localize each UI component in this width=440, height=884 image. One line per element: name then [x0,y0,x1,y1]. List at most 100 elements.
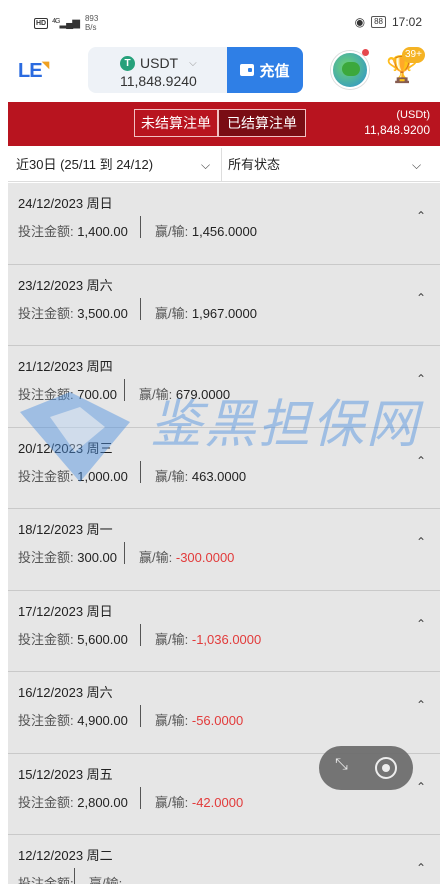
bet-day-row[interactable]: 23/12/2023 周六 投注金额: 3,500.00 赢/输: 1,967.00… [8,264,440,346]
win-loss-label: 赢/输: [139,387,173,402]
win-loss-label: 赢/输: [89,876,123,884]
bet-day-row[interactable]: 16/12/2023 周六 投注金额: 4,900.00 赢/输: -56.0000… [8,672,440,754]
wallet-selector[interactable]: T USDT ⌵ 11,848.9240 [88,47,228,93]
wallet-icon [240,64,255,76]
signal-icon: 4G▂▄▆ [52,17,80,29]
bet-day-row[interactable]: 18/12/2023 周一 投注金额: 300.00 赢/输: -300.0000 ⌃ [8,509,440,591]
row-win-loss: 赢/输: 679.0000 [139,384,230,403]
bet-day-row[interactable]: 24/12/2023 周日 投注金额: 1,400.00 赢/输: 1,456.00… [8,183,440,265]
row-win-loss: 赢/输: -42.0000 [155,792,243,811]
logo-text: LE [18,60,43,82]
row-win-loss: 赢/输: 1,456.0000 [155,221,257,240]
tab-settled[interactable]: 已结算注单 [218,109,306,137]
stake-label: 投注金额: [18,305,74,321]
avatar[interactable] [331,51,369,89]
network-speed-value: 893 [84,14,99,23]
row-date: 24/12/2023 周日 [18,196,113,211]
currency-label: USDT [140,55,179,71]
win-loss-label: 赢/输: [155,305,189,321]
row-stake: 投注金额: 2,800.00 [18,792,128,811]
win-loss-label: 赢/输: [155,713,189,728]
status-right: ◉ 88 17:02 [355,15,422,29]
row-win-loss: 赢/输: [89,873,122,884]
tab-unsettled[interactable]: 未结算注单 [134,109,218,137]
filter-bar: 近30日 (25/11 到 24/12) ⌵ 所有状态 ⌵ [8,148,440,182]
bet-day-row[interactable]: 12/12/2023 周二投注金额: 赢/输: ⌃ [8,835,440,884]
bet-day-row[interactable]: 20/12/2023 周三 投注金额: 1,000.00 赢/输: 463.0000… [8,427,440,509]
row-stake: 投注金额: 1,000.00 [18,466,128,485]
status-bar: HD 4G▂▄▆ 893 B/s ◉ 88 17:02 [0,0,440,44]
stake-value: 300.00 [77,550,118,565]
usdt-icon: T [120,55,135,71]
stake-label: 投注金额: [18,468,74,484]
row-date: 23/12/2023 周六 [18,277,113,293]
network-speed-unit: B/s [84,23,97,32]
chevron-up-icon[interactable]: ⌃ [416,454,426,468]
chevron-up-icon[interactable]: ⌃ [416,861,426,875]
filter-divider [221,148,222,182]
win-loss-value: -300.0000 [175,550,235,565]
row-stake: 投注金额: 700.00 [18,384,117,403]
deposit-label: 充值 [259,62,290,80]
row-stake: 投注金额: 3,500.00 [18,303,128,322]
stake-label: 投注金额: [18,550,74,565]
chevron-down-icon: ⌵ [412,158,422,172]
logo-mark-icon: ◥ [41,60,50,71]
stake-value: 1,000.00 [77,468,128,484]
chevron-up-icon[interactable]: ⌃ [416,780,426,794]
stake-label: 投注金额: [18,876,74,884]
network-type: 4G [52,17,60,25]
expand-icon[interactable]: ⤡ [335,756,348,774]
row-win-loss: 赢/输: -300.0000 [139,547,234,566]
row-date: 18/12/2023 周一 [18,522,113,537]
trophy-badge: 39+ [402,47,425,63]
bet-day-row[interactable]: 21/12/2023 周四 投注金额: 700.00 赢/输: 679.0000 ⌃ [8,346,440,428]
bet-day-row[interactable]: 17/12/2023 周日 投注金额: 5,600.00 赢/输: -1,036.0… [8,590,440,672]
stake-label: 投注金额: [18,387,74,402]
stake-value: 4,900.00 [77,713,128,728]
app-logo[interactable]: LE◥ [18,60,50,83]
deposit-button[interactable]: 充值 [227,47,303,93]
chevron-up-icon[interactable]: ⌃ [416,291,426,305]
stake-label: 投注金额: [18,713,74,728]
row-separator [140,705,141,727]
stake-value: 2,800.00 [77,794,128,810]
floating-control[interactable]: ⤡ [319,746,413,790]
win-loss-value: -42.0000 [191,794,244,810]
row-date: 12/12/2023 周二 [18,848,113,863]
row-date: 17/12/2023 周日 [18,603,113,619]
wallet-balance: 11,848.9240 [120,73,197,89]
balance-currency: (USDt) [396,109,430,121]
win-loss-value: 463.0000 [191,468,247,484]
win-loss-value: -1,036.0000 [191,631,262,647]
win-loss-label: 赢/输: [155,224,189,239]
status-filter[interactable]: 所有状态 [228,148,440,182]
status-label: 所有状态 [228,157,281,172]
chevron-up-icon[interactable]: ⌃ [416,372,426,386]
chevron-up-icon[interactable]: ⌃ [416,698,426,712]
chevron-up-icon[interactable]: ⌃ [416,209,426,223]
row-date: 15/12/2023 周五 [18,766,113,782]
stake-label: 投注金额: [18,224,74,239]
win-loss-label: 赢/输: [139,550,173,565]
row-stake: 投注金额: 4,900.00 [18,710,128,729]
stake-label: 投注金额: [18,631,74,647]
row-separator [124,379,125,401]
currency-selector[interactable]: T USDT ⌵ [120,55,197,71]
chevron-up-icon[interactable]: ⌃ [416,535,426,549]
row-separator [140,623,141,646]
status-left: HD 4G▂▄▆ 893 B/s [34,14,98,32]
balance-amount: 11,848.9200 [364,123,430,137]
date-range-filter[interactable]: 近30日 (25/11 到 24/12) [16,148,216,182]
record-icon[interactable] [375,757,397,779]
date-range-label: 近30日 (25/11 到 24/12) [16,157,154,172]
stake-value: 3,500.00 [77,305,128,321]
row-win-loss: 赢/输: -1,036.0000 [155,629,261,648]
row-separator [140,786,141,809]
stake-value: 5,600.00 [77,631,128,647]
win-loss-label: 赢/输: [155,468,189,484]
row-separator [140,216,141,238]
chevron-up-icon[interactable]: ⌃ [416,617,426,631]
stake-value: 700.00 [77,387,118,402]
bet-tabs: 未结算注单 已结算注单 (USDt) 11,848.9200 [8,102,440,146]
